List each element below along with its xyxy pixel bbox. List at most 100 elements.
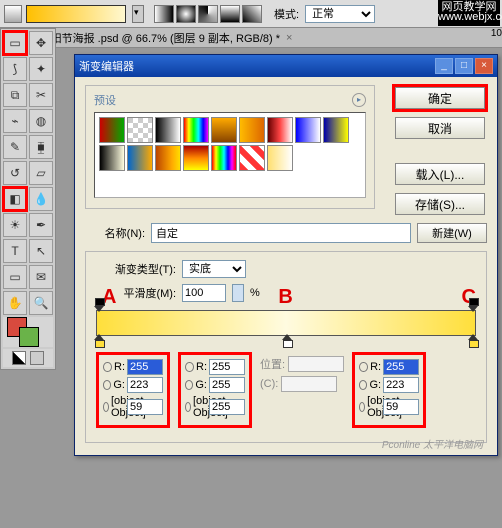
name-input[interactable] — [151, 223, 411, 243]
dialog-titlebar[interactable]: 渐变编辑器 _ □ × — [75, 55, 497, 77]
brush-tool[interactable]: ✎ — [3, 135, 27, 159]
gradient-picker-arrow[interactable] — [132, 5, 144, 23]
slice-tool[interactable]: ✂ — [29, 83, 53, 107]
notes-tool[interactable]: ✉ — [29, 265, 53, 289]
gradient-editor-dialog: 渐变编辑器 _ □ × 确定 取消 载入(L)... 存储(S)... 预设 ▸ — [74, 54, 498, 456]
C-G-input[interactable] — [383, 377, 419, 393]
load-button[interactable]: 载入(L)... — [395, 163, 485, 185]
C-R-input[interactable] — [383, 359, 419, 375]
radio-R[interactable] — [185, 362, 194, 372]
radio-B[interactable] — [359, 402, 365, 412]
preset-swatch[interactable] — [99, 145, 125, 171]
eyedropper-tool[interactable]: ⌁ — [3, 109, 27, 133]
preset-swatch-list[interactable] — [94, 112, 366, 198]
history-brush-tool[interactable]: ↺ — [3, 161, 27, 185]
smoothness-input[interactable] — [182, 284, 226, 302]
eraser-tool[interactable]: ▱ — [29, 161, 53, 185]
B-B-input[interactable] — [209, 399, 245, 415]
rgb-col-B: R: G: [object Object] — [178, 352, 252, 428]
doc-close-icon[interactable]: × — [286, 32, 292, 44]
save-button[interactable]: 存储(S)... — [395, 193, 485, 215]
preset-swatch[interactable] — [127, 145, 153, 171]
smoothness-spinner[interactable] — [232, 284, 244, 302]
wand-tool[interactable]: ✦ — [29, 57, 53, 81]
lasso-tool[interactable]: ⟆ — [3, 57, 27, 81]
radio-G[interactable] — [103, 380, 111, 390]
diamond-gradient-button[interactable] — [242, 5, 262, 23]
percent-label: % — [250, 287, 260, 299]
c-input[interactable] — [281, 376, 337, 392]
ok-button[interactable]: 确定 — [395, 87, 485, 109]
radio-G[interactable] — [185, 380, 193, 390]
radio-R[interactable] — [359, 362, 368, 372]
radio-R[interactable] — [103, 362, 112, 372]
A-G-input[interactable] — [127, 377, 163, 393]
preset-swatch[interactable] — [295, 117, 321, 143]
preset-swatch[interactable] — [211, 145, 237, 171]
C-B-input[interactable] — [383, 399, 419, 415]
B-G-input[interactable] — [209, 377, 245, 393]
stamp-tool[interactable]: ⧯ — [29, 135, 53, 159]
quickmask-row — [3, 349, 53, 367]
gradient-tool[interactable]: ◧ — [3, 187, 27, 211]
blur-tool[interactable]: 💧 — [29, 187, 53, 211]
minimize-button[interactable]: _ — [435, 58, 453, 74]
B-R-input[interactable] — [209, 359, 245, 375]
reflected-gradient-button[interactable] — [220, 5, 240, 23]
gradient-bar[interactable] — [96, 310, 476, 336]
radio-G[interactable] — [359, 380, 367, 390]
zoom-tool[interactable]: 🔍 — [29, 291, 53, 315]
preset-swatch[interactable] — [155, 117, 181, 143]
marquee-tool[interactable]: ▭ — [3, 31, 27, 55]
A-R-input[interactable] — [127, 359, 163, 375]
preset-swatch[interactable] — [155, 145, 181, 171]
A-B-input[interactable] — [127, 399, 163, 415]
blend-mode-select[interactable]: 正常 — [305, 5, 375, 23]
pos-input[interactable] — [288, 356, 344, 372]
opacity-stop-left[interactable] — [94, 300, 104, 312]
preset-swatch[interactable] — [127, 117, 153, 143]
type-tool[interactable]: T — [3, 239, 27, 263]
hand-tool[interactable]: ✋ — [3, 291, 27, 315]
dodge-tool[interactable]: ☀ — [3, 213, 27, 237]
gradient-type-select[interactable]: 实底 — [182, 260, 246, 278]
close-button[interactable]: × — [475, 58, 493, 74]
heal-tool[interactable]: ◍ — [29, 109, 53, 133]
gradient-preview[interactable] — [26, 5, 126, 23]
color-stop-B[interactable] — [282, 334, 292, 346]
preset-swatch[interactable] — [211, 117, 237, 143]
radial-gradient-button[interactable] — [176, 5, 196, 23]
tool-preset-icon[interactable] — [4, 5, 22, 23]
crop-tool[interactable]: ⧉ — [3, 83, 27, 107]
preset-swatch[interactable] — [267, 145, 293, 171]
background-color[interactable] — [19, 327, 39, 347]
color-stop-A[interactable] — [94, 334, 104, 346]
default-colors-icon[interactable] — [12, 351, 26, 365]
preset-swatch[interactable] — [99, 117, 125, 143]
preset-swatch[interactable] — [239, 117, 265, 143]
angle-gradient-button[interactable] — [198, 5, 218, 23]
rgb-columns: R: G: [object Object] R: G: [object Obje… — [96, 352, 476, 428]
move-tool[interactable]: ✥ — [29, 31, 53, 55]
quickmask-icon[interactable] — [30, 351, 44, 365]
pen-tool[interactable]: ✒ — [29, 213, 53, 237]
path-select-tool[interactable]: ↖ — [29, 239, 53, 263]
preset-swatch[interactable] — [183, 117, 209, 143]
document-tab[interactable]: ps制作重阳节海报 .psd @ 66.7% (图层 9 副本, RGB/8) … — [0, 28, 502, 48]
maximize-button[interactable]: □ — [455, 58, 473, 74]
new-button[interactable]: 新建(W) — [417, 223, 487, 243]
color-swatches[interactable] — [3, 317, 53, 347]
color-stop-C[interactable] — [468, 334, 478, 346]
radio-B[interactable] — [103, 402, 109, 412]
linear-gradient-button[interactable] — [154, 5, 174, 23]
preset-swatch[interactable] — [323, 117, 349, 143]
opacity-stop-right[interactable] — [468, 300, 478, 312]
preset-swatch[interactable] — [267, 117, 293, 143]
dialog-title: 渐变编辑器 — [79, 58, 134, 74]
cancel-button[interactable]: 取消 — [395, 117, 485, 139]
radio-B[interactable] — [185, 402, 191, 412]
preset-swatch[interactable] — [239, 145, 265, 171]
preset-swatch[interactable] — [183, 145, 209, 171]
shape-tool[interactable]: ▭ — [3, 265, 27, 289]
presets-menu-icon[interactable]: ▸ — [352, 93, 366, 107]
